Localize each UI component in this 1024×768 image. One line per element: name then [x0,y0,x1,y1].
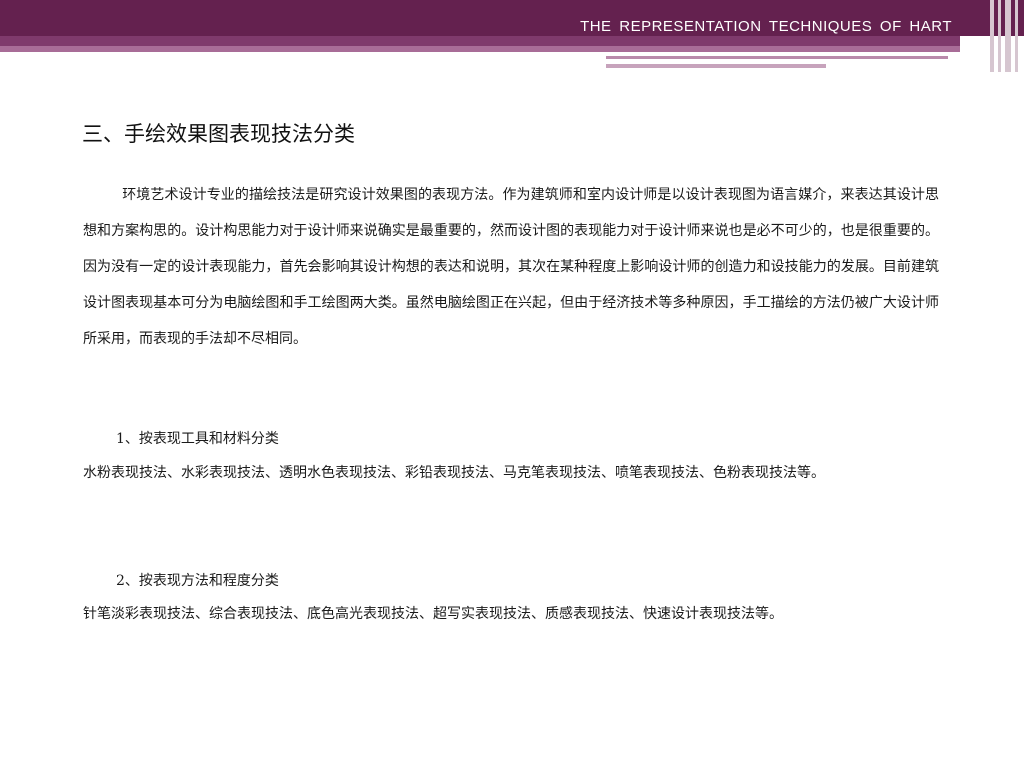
header-accent-line-short [606,64,826,68]
item-text-2: 针笔淡彩表现技法、综合表现技法、底色高光表现技法、超写实表现技法、质感表现技法、… [83,606,783,622]
header-title: THE REPRESENTATION TECHNIQUES OF HART [580,18,952,35]
header-light-bar [0,46,960,52]
item-heading-2: 2、按表现方法和程度分类 [116,573,279,589]
header-decor-stripes [990,0,1024,72]
header-accent-line [606,56,948,59]
intro-paragraph: 环境艺术设计专业的描绘技法是研究设计效果图的表现方法。作为建筑师和室内设计师是以… [83,187,939,347]
section-heading: 三、手绘效果图表现技法分类 [82,122,355,146]
item-text-1: 水粉表现技法、水彩表现技法、透明水色表现技法、彩铅表现技法、马克笔表现技法、喷笔… [83,465,825,481]
item-heading-1: 1、按表现工具和材料分类 [116,431,279,447]
header-mid-bar [0,36,960,46]
